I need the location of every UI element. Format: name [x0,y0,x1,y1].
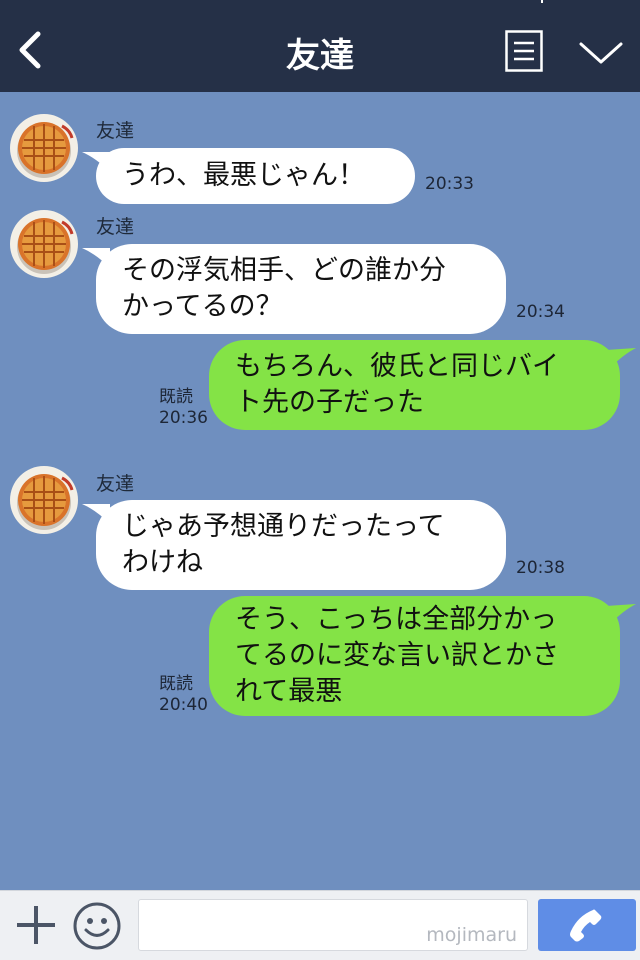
chevron-down-icon[interactable] [578,38,624,68]
chat-header: 友達 [0,0,640,92]
list-icon[interactable] [505,30,543,72]
message-time: 20:38 [516,558,565,578]
chat-title: 友達 [286,36,354,76]
pie-icon [11,211,77,277]
plus-icon[interactable] [14,903,58,947]
message-text-line: わけね [122,547,203,578]
pie-icon [11,115,77,181]
read-label: 既読 [159,387,193,407]
message-input[interactable]: mojimaru [138,899,528,951]
sender-name: 友達 [96,120,135,142]
message-time: 20:33 [425,174,474,194]
bubble-tail [606,348,636,368]
message-text-line: うわ、最悪じゃん！ [122,160,365,191]
message-text-line: そう、こっちは全部分かっ [235,604,558,635]
status-indicator [541,0,543,3]
read-receipt: 既読 20:40 [159,674,208,716]
read-receipt: 既読 20:36 [159,387,208,429]
input-bar: mojimaru [0,890,640,960]
message-text-line: ト先の子だった [235,387,424,418]
message-list[interactable]: 友達 うわ、最悪じゃん！ 20:33 友達 その浮気相手、どの誰か分 かってるの… [0,92,640,890]
phone-icon [570,909,602,942]
friend-avatar[interactable] [10,466,78,534]
read-label: 既読 [159,674,193,694]
message-text-line: てるのに変な言い訳とかさ [235,640,559,671]
friend-avatar[interactable] [10,114,78,182]
message-bubble[interactable]: そう、こっちは全部分かっ てるのに変な言い訳とかさ れて最悪 [209,596,620,716]
call-button[interactable] [538,899,636,951]
sender-name: 友達 [96,216,135,238]
message-text-line: その浮気相手、どの誰か分 [122,255,446,286]
message-bubble[interactable]: その浮気相手、どの誰か分 かってるの？ [96,244,506,334]
message-time: 20:40 [159,695,208,715]
bubble-tail [606,604,636,624]
message-time: 20:34 [516,302,565,322]
message-bubble[interactable]: もちろん、彼氏と同じバイ ト先の子だった [209,340,620,430]
message-bubble[interactable]: じゃあ予想通りだったって わけね [96,500,506,590]
message-time: 20:36 [159,408,208,428]
message-bubble[interactable]: うわ、最悪じゃん！ [96,148,415,204]
message-text-line: じゃあ予想通りだったって [122,511,445,542]
friend-avatar[interactable] [10,210,78,278]
smile-icon[interactable] [72,901,122,951]
pie-icon [11,467,77,533]
sender-name: 友達 [96,473,135,495]
message-text-line: れて最悪 [235,676,343,707]
message-text-line: かってるの？ [122,291,283,322]
watermark: mojimaru [426,924,517,946]
message-text-line: もちろん、彼氏と同じバイ [235,351,559,382]
